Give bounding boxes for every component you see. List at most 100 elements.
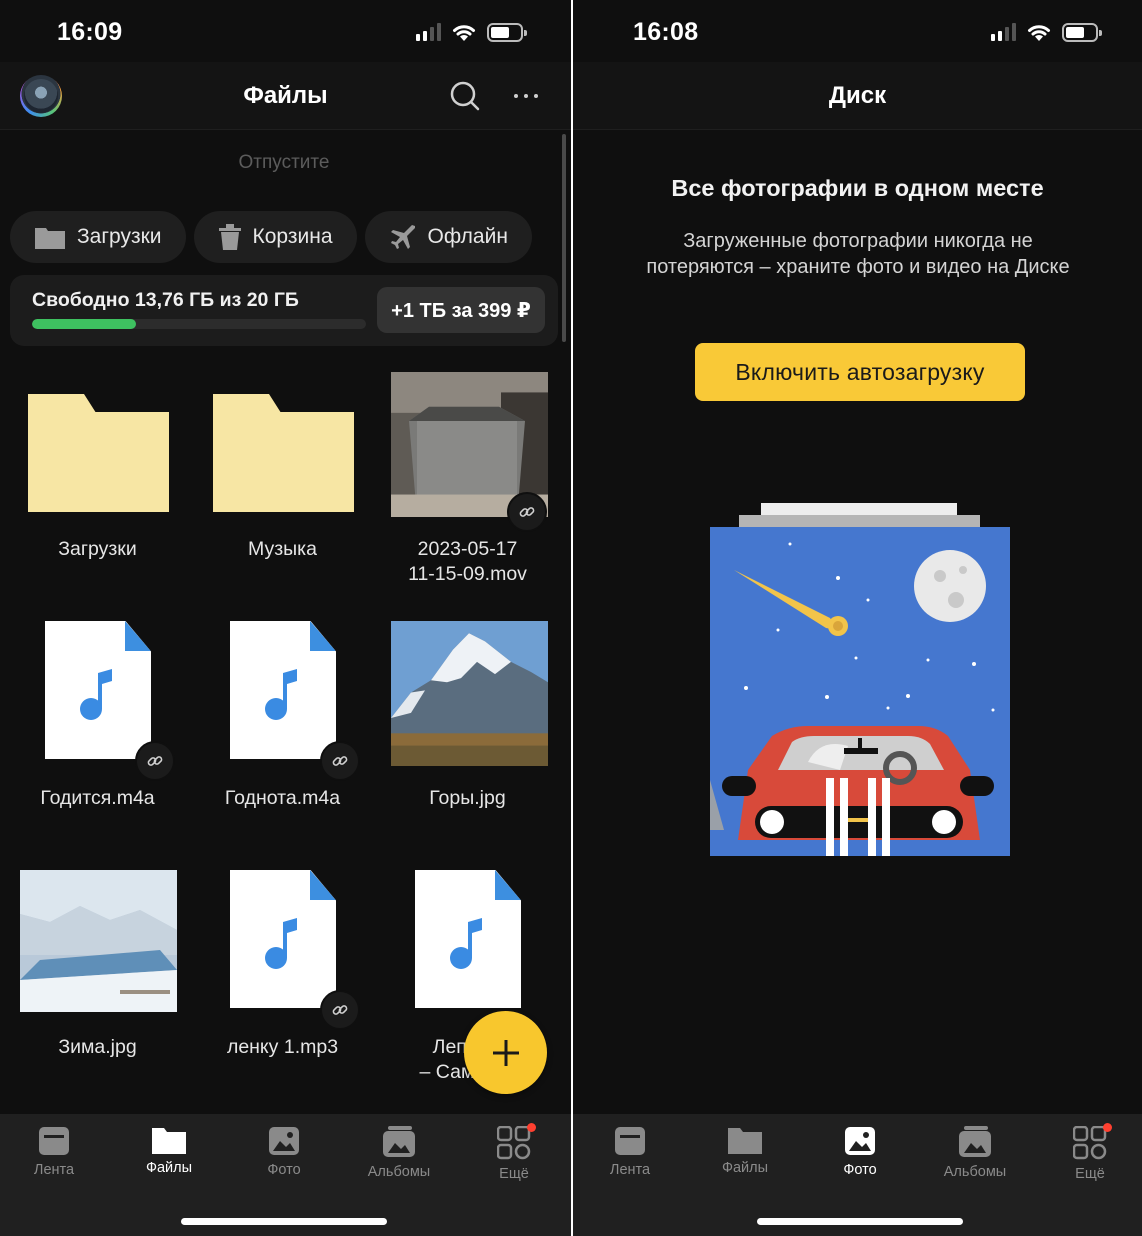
photo-icon	[845, 1127, 875, 1155]
space-car-illustration	[710, 503, 1010, 856]
tab-feed[interactable]: Лента	[4, 1126, 104, 1178]
tab-label: Альбомы	[943, 1164, 1007, 1180]
tab-albums[interactable]: Альбомы	[925, 1126, 1025, 1180]
tab-label: Лента	[33, 1162, 75, 1178]
page-title: Файлы	[243, 82, 328, 109]
status-icons	[416, 22, 527, 42]
storage-progress-fill	[32, 319, 137, 329]
chip-label: Корзина	[252, 225, 333, 248]
chip-label: Загрузки	[77, 225, 162, 248]
status-time: 16:08	[633, 18, 699, 46]
notification-dot	[1103, 1123, 1112, 1132]
file-item-audio[interactable]: Годится.m4a	[5, 619, 190, 868]
wifi-icon	[453, 25, 475, 41]
file-name: Годнота.m4a	[224, 787, 341, 809]
status-icons	[991, 22, 1102, 42]
link-icon	[507, 492, 547, 532]
tab-label: Альбомы	[367, 1164, 431, 1180]
files-screen: 16:09 Файлы Отпустите Загрузки Корзина О…	[0, 0, 571, 1236]
chip-offline[interactable]: Офлайн	[364, 211, 532, 263]
tab-label: Лента	[609, 1162, 651, 1178]
chip-downloads[interactable]: Загрузки	[10, 211, 186, 263]
tab-feed[interactable]: Лента	[580, 1126, 680, 1178]
buy-storage-button[interactable]: +1 ТБ за 399 ₽	[377, 287, 545, 333]
link-icon	[320, 741, 360, 781]
enable-autoupload-button[interactable]: Включить автозагрузку	[695, 343, 1025, 401]
tab-more[interactable]: Ещё	[464, 1123, 564, 1182]
promo-description: Загруженные фотографии никогда не потеря…	[646, 230, 1070, 278]
winter-thumbnail	[20, 870, 177, 1012]
link-icon	[135, 741, 175, 781]
scrollbar[interactable]	[562, 134, 566, 342]
storage-card: Свободно 13,76 ГБ из 20 ГБ +1 ТБ за 399 …	[10, 275, 558, 346]
tab-photo[interactable]: Фото	[810, 1126, 910, 1178]
disk-photo-screen: 16:08 Диск Все фотографии в одном месте …	[573, 0, 1142, 1236]
tab-label: Файлы	[721, 1160, 769, 1176]
more-grid-icon	[497, 1126, 531, 1160]
folder-icon	[35, 228, 65, 249]
wifi-icon	[1028, 25, 1050, 41]
file-item-music-folder[interactable]: Музыка	[190, 370, 375, 619]
albums-icon	[959, 1126, 991, 1157]
folder-icon	[213, 394, 354, 512]
mountains-thumbnail	[391, 621, 548, 766]
audio-file-icon	[45, 621, 151, 759]
files-icon	[152, 1128, 186, 1154]
audio-file-icon	[230, 870, 336, 1008]
file-item-audio[interactable]: ленку 1.mp3	[190, 868, 375, 1117]
add-button[interactable]	[464, 1011, 547, 1094]
chip-label: Офлайн	[427, 225, 508, 248]
cellular-signal-icon	[991, 23, 1016, 41]
file-item-image[interactable]: Зима.jpg	[5, 868, 190, 1117]
more-grid-icon	[1073, 1126, 1107, 1160]
home-indicator	[181, 1218, 387, 1225]
file-grid: Загрузки Музыка 2023-05-17 11-15-09.mov	[5, 370, 561, 1117]
tab-label: Файлы	[145, 1160, 193, 1176]
folder-icon	[28, 394, 169, 512]
storage-progress-bar	[32, 319, 366, 329]
file-name: Музыка	[248, 538, 317, 560]
file-name: Годится.m4a	[40, 787, 155, 809]
tab-more[interactable]: Ещё	[1040, 1123, 1140, 1182]
tab-albums[interactable]: Альбомы	[349, 1126, 449, 1180]
page-title: Диск	[828, 82, 887, 109]
more-options-icon[interactable]	[514, 94, 538, 98]
pull-to-refresh-hint: Отпустите	[238, 152, 330, 173]
tab-files[interactable]: Файлы	[119, 1126, 219, 1176]
file-item-image[interactable]: Горы.jpg	[375, 619, 560, 868]
tab-label: Фото	[843, 1162, 877, 1178]
tab-files[interactable]: Файлы	[695, 1126, 795, 1176]
albums-icon	[383, 1126, 415, 1157]
promo-title: Все фотографии в одном месте	[671, 175, 1044, 201]
quick-access-chips: Загрузки Корзина Офлайн	[10, 211, 532, 263]
file-item-downloads-folder[interactable]: Загрузки	[5, 370, 190, 619]
search-icon[interactable]	[450, 81, 480, 111]
file-name: 2023-05-17 11-15-09.mov	[408, 538, 527, 585]
audio-file-icon	[230, 621, 336, 759]
plus-icon	[492, 1039, 519, 1066]
cellular-signal-icon	[416, 23, 441, 41]
home-indicator	[757, 1218, 963, 1225]
top-bar: Диск	[573, 62, 1142, 130]
tab-label: Ещё	[499, 1166, 529, 1182]
file-name: ленку 1.mp3	[226, 1036, 339, 1058]
status-time: 16:09	[57, 18, 123, 46]
feed-icon	[39, 1127, 69, 1155]
battery-icon	[1062, 22, 1102, 42]
notification-dot	[527, 1123, 536, 1132]
tab-photo[interactable]: Фото	[234, 1126, 334, 1178]
file-name: Горы.jpg	[429, 787, 506, 809]
photo-icon	[269, 1127, 299, 1155]
storage-free-text: Свободно 13,76 ГБ из 20 ГБ	[32, 289, 299, 311]
file-item-video[interactable]: 2023-05-17 11-15-09.mov	[375, 370, 560, 619]
files-icon	[728, 1128, 762, 1154]
audio-file-icon	[415, 870, 521, 1008]
airplane-icon	[390, 225, 415, 249]
chip-trash[interactable]: Корзина	[193, 211, 357, 263]
top-bar: Файлы	[0, 62, 571, 130]
file-name: Зима.jpg	[58, 1036, 137, 1058]
feed-icon	[615, 1127, 645, 1155]
file-item-audio[interactable]: Годнота.m4a	[190, 619, 375, 868]
trash-icon	[218, 224, 241, 250]
file-name: Загрузки	[58, 538, 137, 560]
